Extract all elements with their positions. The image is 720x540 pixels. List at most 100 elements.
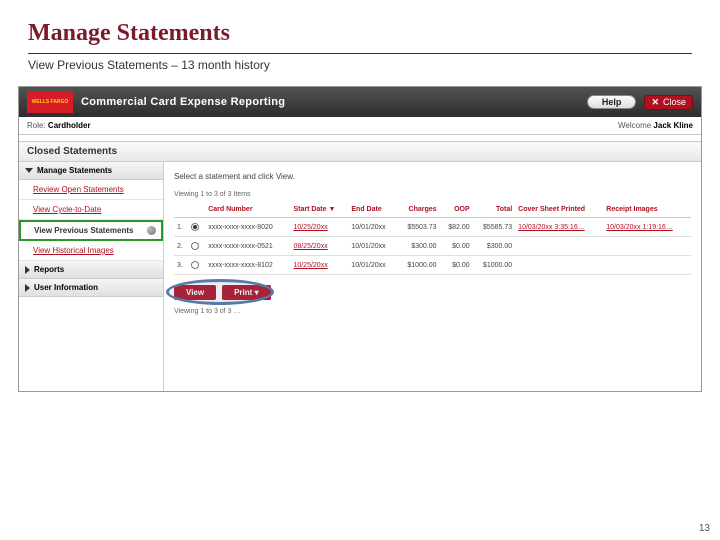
cover-link[interactable]: 10/03/20xx 3:35:16…: [518, 224, 585, 231]
col-start-label: Start Date: [293, 206, 326, 213]
cell-charges: $5503.73: [397, 218, 440, 237]
page-number: 13: [699, 523, 710, 534]
cell-charges: $300.00: [397, 237, 440, 256]
table-row: 2. xxxx-xxxx-xxxx-0521 08/25/20xx 10/01/…: [174, 237, 691, 256]
sidebar-head-label: Reports: [34, 265, 64, 274]
sidebar-head-manage[interactable]: Manage Statements: [19, 162, 163, 180]
main-panel: Select a statement and click View. Viewi…: [164, 162, 701, 391]
cell-total: $1000.00: [473, 256, 516, 275]
col-cover[interactable]: Cover Sheet Printed: [515, 202, 603, 218]
col-end[interactable]: End Date: [348, 202, 397, 218]
cell-num: 1.: [174, 218, 188, 237]
close-button[interactable]: ✕ Close: [644, 95, 693, 110]
chevron-down-icon: [25, 168, 33, 173]
current-indicator-icon: [147, 226, 156, 235]
app-name: Commercial Card Expense Reporting: [81, 96, 285, 108]
print-button[interactable]: Print ▾: [222, 285, 270, 300]
cell-total: $5585.73: [473, 218, 516, 237]
radio-icon[interactable]: [191, 242, 199, 250]
cell-oop: $82.00: [440, 218, 473, 237]
cell-total: $300.00: [473, 237, 516, 256]
paging-top: Viewing 1 to 3 of 3 Items: [174, 191, 691, 198]
cell-select[interactable]: [188, 237, 205, 256]
slide-title: Manage Statements: [0, 0, 720, 51]
close-label: Close: [663, 97, 686, 107]
sidebar-head-label: User Information: [34, 283, 98, 292]
table-row: 1. xxxx-xxxx-xxxx-8020 10/25/20xx 10/01/…: [174, 218, 691, 237]
cell-select[interactable]: [188, 218, 205, 237]
close-icon: ✕: [651, 97, 659, 108]
sidebar-link[interactable]: Review Open Statements: [33, 185, 124, 194]
cell-card: xxxx-xxxx-xxxx-8020: [205, 218, 290, 237]
chevron-right-icon: [25, 266, 30, 274]
start-link[interactable]: 10/25/20xx: [293, 224, 327, 231]
col-card[interactable]: Card Number: [205, 202, 290, 218]
paging-bottom: Viewing 1 to 3 of 3 …: [174, 308, 691, 315]
sidebar-item-historical-images[interactable]: View Historical Images: [19, 241, 163, 261]
cell-start[interactable]: 08/25/20xx: [290, 237, 348, 256]
start-link[interactable]: 08/25/20xx: [293, 243, 327, 250]
sidebar-item-view-previous[interactable]: View Previous Statements: [19, 220, 163, 241]
chevron-right-icon: [25, 284, 30, 292]
sidebar-link[interactable]: View Cycle-to-Date: [33, 205, 101, 214]
welcome-block: Welcome Jack Kline: [618, 121, 693, 130]
cell-receipt: [603, 256, 691, 275]
cell-card: xxxx-xxxx-xxxx-8102: [205, 256, 290, 275]
cell-end: 10/01/20xx: [348, 218, 397, 237]
role-value: Cardholder: [48, 121, 91, 130]
wells-fargo-logo: WELLS FARGO: [27, 91, 73, 113]
col-total[interactable]: Total: [473, 202, 516, 218]
help-button[interactable]: Help: [587, 95, 637, 109]
cell-cover: [515, 237, 603, 256]
cell-start[interactable]: 10/25/20xx: [290, 256, 348, 275]
action-bar: View Print ▾: [174, 285, 691, 300]
col-receipt[interactable]: Receipt Images: [603, 202, 691, 218]
print-label: Print: [234, 288, 252, 297]
col-start[interactable]: Start Date ▼: [290, 202, 348, 218]
table-row: 3. xxxx-xxxx-xxxx-8102 10/25/20xx 10/01/…: [174, 256, 691, 275]
title-underline: [28, 53, 692, 54]
cell-num: 3.: [174, 256, 188, 275]
app-frame: WELLS FARGO Commercial Card Expense Repo…: [18, 86, 702, 392]
receipt-link[interactable]: 10/03/20xx 1:19:16…: [606, 224, 673, 231]
role-bar: Role: Cardholder Welcome Jack Kline: [19, 117, 701, 135]
cell-num: 2.: [174, 237, 188, 256]
view-button[interactable]: View: [174, 285, 216, 300]
sidebar-head-user-info[interactable]: User Information: [19, 279, 163, 297]
chevron-down-icon: ▾: [255, 288, 259, 297]
col-charges[interactable]: Charges: [397, 202, 440, 218]
section-title: Closed Statements: [19, 141, 701, 162]
sidebar-link-current: View Previous Statements: [34, 226, 133, 235]
slide-subtitle: View Previous Statements – 13 month hist…: [0, 58, 720, 86]
sort-desc-icon: ▼: [328, 206, 335, 213]
welcome-user: Jack Kline: [653, 121, 693, 130]
sidebar-head-reports[interactable]: Reports: [19, 261, 163, 279]
col-sel: [188, 202, 205, 218]
cell-receipt: 10/03/20xx 1:19:16…: [603, 218, 691, 237]
top-bar: WELLS FARGO Commercial Card Expense Repo…: [19, 87, 701, 117]
role-block: Role: Cardholder: [27, 121, 91, 130]
cell-oop: $0.00: [440, 237, 473, 256]
radio-icon[interactable]: [191, 223, 199, 231]
cell-end: 10/01/20xx: [348, 256, 397, 275]
cell-end: 10/01/20xx: [348, 237, 397, 256]
cell-select[interactable]: [188, 256, 205, 275]
role-label: Role:: [27, 121, 46, 130]
cell-receipt: [603, 237, 691, 256]
cell-start[interactable]: 10/25/20xx: [290, 218, 348, 237]
col-num: [174, 202, 188, 218]
cell-charges: $1000.00: [397, 256, 440, 275]
instruction-text: Select a statement and click View.: [174, 172, 691, 181]
welcome-label: Welcome: [618, 121, 651, 130]
sidebar-item-review-open[interactable]: Review Open Statements: [19, 180, 163, 200]
cell-oop: $0.00: [440, 256, 473, 275]
sidebar-link[interactable]: View Historical Images: [33, 246, 114, 255]
sidebar-item-cycle-to-date[interactable]: View Cycle-to-Date: [19, 200, 163, 220]
sidebar-head-label: Manage Statements: [37, 166, 112, 175]
statements-table: Card Number Start Date ▼ End Date Charge…: [174, 202, 691, 275]
start-link[interactable]: 10/25/20xx: [293, 262, 327, 269]
col-oop[interactable]: OOP: [440, 202, 473, 218]
radio-icon[interactable]: [191, 261, 199, 269]
sidebar: Manage Statements Review Open Statements…: [19, 162, 164, 391]
cell-cover: [515, 256, 603, 275]
